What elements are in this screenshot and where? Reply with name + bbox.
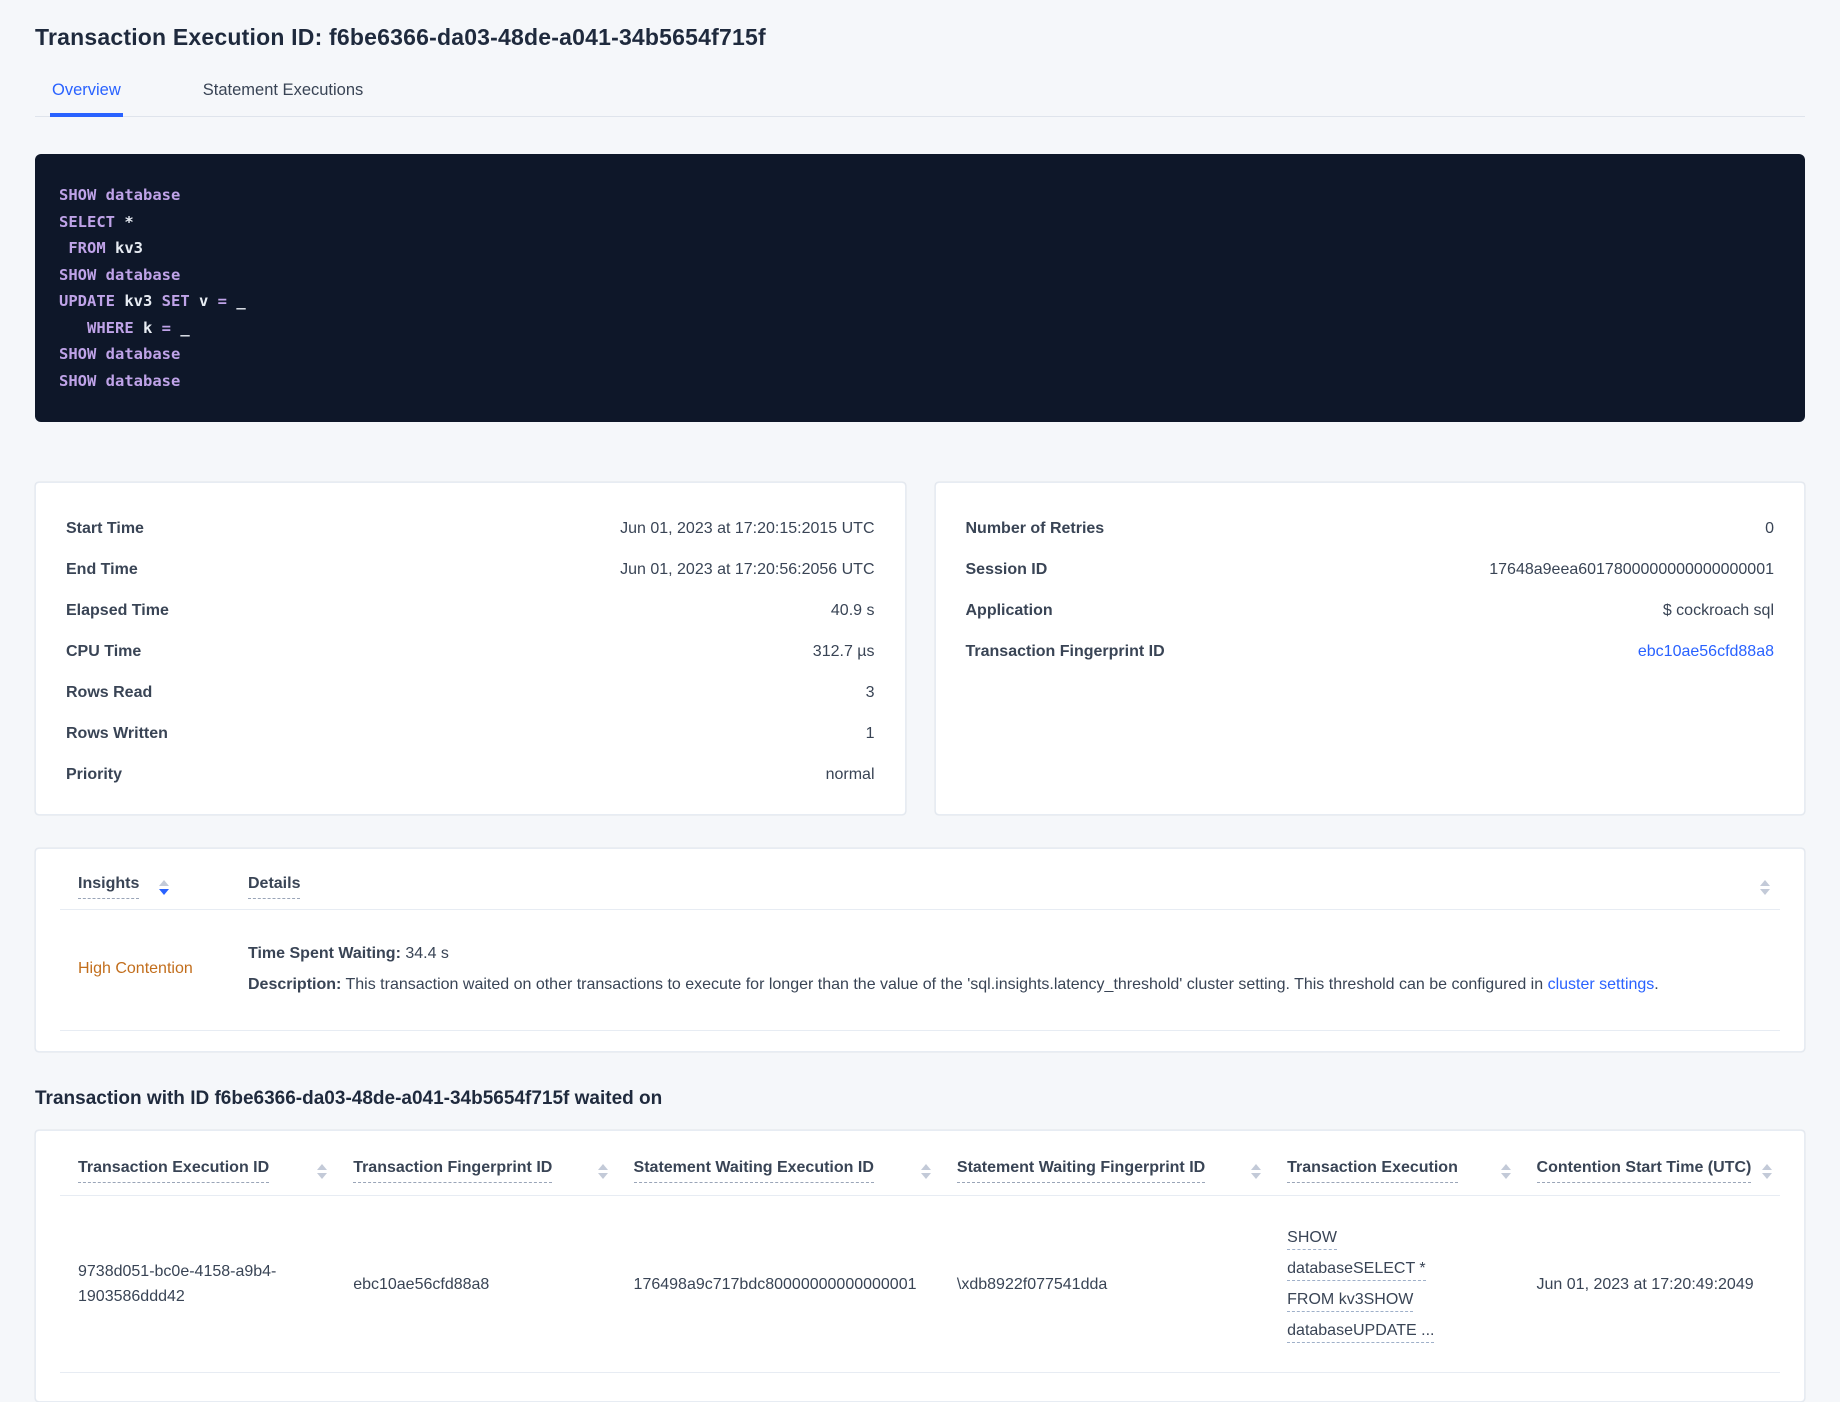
details-column-header[interactable]: Details: [248, 875, 1750, 899]
sql-line: SHOW database: [59, 186, 181, 204]
sql-line: SHOW database: [59, 345, 181, 363]
summary-row: CPU Time 312.7 µs: [66, 631, 875, 672]
sql-line: FROM kv3: [68, 239, 143, 257]
summary-row: Priority normal: [66, 754, 875, 795]
sort-icon[interactable]: [1762, 1163, 1772, 1179]
sort-icon[interactable]: [1251, 1163, 1262, 1179]
sort-icon[interactable]: [317, 1163, 328, 1179]
transaction-fingerprint-link[interactable]: ebc10ae56cfd88a8: [1638, 643, 1774, 661]
summary-row: Elapsed Time 40.9 s: [66, 590, 875, 631]
table-cell: ebc10ae56cfd88a8: [335, 1195, 616, 1373]
table-cell: SHOW databaseSELECT * FROM kv3SHOW datab…: [1269, 1195, 1519, 1373]
summary-value: 40.9 s: [830, 601, 875, 619]
column-header-label: Transaction Execution: [1287, 1159, 1458, 1183]
summary-value: 1: [865, 724, 875, 742]
sql-line: UPDATE kv3 SET v = _: [59, 292, 246, 310]
sql-statements: SHOW database SELECT * FROM kv3 SHOW datab…: [59, 182, 1781, 394]
sql-line: SHOW database: [59, 265, 181, 284]
column-header-label: Transaction Fingerprint ID: [353, 1159, 553, 1183]
transaction-details-page: Transaction Execution ID: f6be6366-da03-…: [0, 0, 1840, 1402]
execution-summary-card: Start Time Jun 01, 2023 at 17:20:15:2015 …: [35, 482, 906, 815]
insights-column-header[interactable]: Insights: [78, 875, 140, 899]
column-header-3[interactable]: Statement Waiting Execution ID: [615, 1137, 939, 1196]
column-header-label: Contention Start Time (UTC): [1536, 1159, 1752, 1183]
summary-value: 3: [865, 683, 875, 701]
summary-value: 17648a9eea6017800000000000000001: [1489, 560, 1774, 578]
summary-label: Priority: [66, 765, 123, 783]
summary-label: Rows Read: [66, 683, 153, 701]
summary-label: Start Time: [66, 519, 144, 537]
waited-on-table-card: Transaction Execution ID Transaction Fing…: [35, 1130, 1805, 1402]
summary-value: 312.7 µs: [812, 642, 875, 660]
summary-row: Rows Written 1: [66, 713, 875, 754]
insights-card: Insights Details High Contention Time Sp…: [35, 848, 1805, 1052]
summary-label: Session ID: [965, 560, 1048, 578]
sql-statements-box: SHOW database SELECT * FROM kv3 SHOW datab…: [35, 154, 1805, 422]
cluster-settings-link[interactable]: cluster settings: [1548, 976, 1655, 993]
transaction-execution-link[interactable]: SHOW databaseSELECT * FROM kv3SHOW datab…: [1287, 1229, 1435, 1343]
summary-row: Start Time Jun 01, 2023 at 17:20:15:2015 …: [66, 508, 875, 549]
sort-icon[interactable]: [159, 879, 170, 895]
summary-value: 0: [1765, 519, 1774, 537]
summary-label: Number of Retries: [965, 519, 1105, 537]
column-header-label: Transaction Execution ID: [78, 1159, 270, 1183]
summary-value: normal: [825, 765, 875, 783]
summary-row: End Time Jun 01, 2023 at 17:20:56:2056 UT…: [66, 549, 875, 590]
summary-row: Number of Retries 0: [966, 508, 1775, 549]
summary-label: Rows Written: [66, 724, 168, 742]
column-header-1[interactable]: Transaction Execution ID: [60, 1137, 336, 1196]
sort-icon[interactable]: [597, 1163, 608, 1179]
table-cell: 9738d051-bc0e-4158-a9b4-1903586ddd42: [60, 1195, 336, 1373]
column-header-4[interactable]: Statement Waiting Fingerprint ID: [938, 1137, 1270, 1196]
tab-overview[interactable]: Overview: [50, 71, 123, 117]
column-header-6[interactable]: Contention Start Time (UTC): [1518, 1137, 1780, 1196]
summary-value: $ cockroach sql: [1662, 601, 1774, 619]
sort-icon[interactable]: [1750, 879, 1780, 895]
column-header-label: Statement Waiting Fingerprint ID: [956, 1159, 1206, 1183]
sql-line: SELECT *: [59, 212, 134, 231]
summary-cards-row: Start Time Jun 01, 2023 at 17:20:15:2015 …: [35, 482, 1805, 815]
summary-label: CPU Time: [66, 642, 142, 660]
time-spent-waiting: Time Spent Waiting: 34.4 s: [248, 945, 449, 962]
summary-row: Rows Read 3: [66, 672, 875, 713]
table-row: 9738d051-bc0e-4158-a9b4-1903586ddd42 ebc1…: [60, 1195, 1780, 1373]
waited-on-heading: Transaction with ID f6be6366-da03-48de-a…: [35, 1088, 663, 1109]
summary-label: Application: [965, 601, 1053, 619]
summary-row: Application $ cockroach sql: [966, 590, 1775, 631]
insight-badge: High Contention: [78, 960, 193, 977]
insights-table-header: Insights Details: [60, 859, 1780, 910]
summary-label: Elapsed Time: [66, 601, 169, 619]
summary-row: Transaction Fingerprint ID ebc10ae56cfd88…: [966, 631, 1775, 672]
summary-label: Transaction Fingerprint ID: [965, 642, 1165, 660]
summary-value: Jun 01, 2023 at 17:20:15:2015 UTC: [620, 519, 875, 537]
table-cell: 176498a9c717bdc80000000000000001: [615, 1195, 939, 1373]
session-summary-card: Number of Retries 0 Session ID 17648a9eea60…: [934, 482, 1805, 815]
column-header-label: Statement Waiting Execution ID: [633, 1159, 874, 1183]
tab-statement-executions[interactable]: Statement Executions: [201, 71, 366, 117]
sql-line: SHOW database: [59, 371, 181, 390]
tab-bar: Overview Statement Executions: [35, 71, 1805, 117]
summary-row: Session ID 17648a9eea60178000000000000000…: [966, 549, 1775, 590]
waited-on-table: Transaction Execution ID Transaction Fing…: [60, 1137, 1780, 1373]
column-header-5[interactable]: Transaction Execution: [1269, 1137, 1519, 1196]
insight-description: Description: This transaction waited on …: [248, 976, 1659, 993]
sort-icon[interactable]: [1500, 1163, 1511, 1179]
table-cell: \xdb8922f077541dda: [938, 1195, 1270, 1373]
table-cell: Jun 01, 2023 at 17:20:49:2049: [1518, 1195, 1780, 1373]
page-title: Transaction Execution ID: f6be6366-da03-…: [35, 24, 766, 50]
sort-icon[interactable]: [920, 1163, 931, 1179]
summary-label: End Time: [66, 560, 138, 578]
column-header-2[interactable]: Transaction Fingerprint ID: [335, 1137, 616, 1196]
summary-value: Jun 01, 2023 at 17:20:56:2056 UTC: [620, 560, 875, 578]
insight-row: High Contention Time Spent Waiting: 34.4…: [60, 910, 1780, 1031]
sql-line: WHERE k = _: [87, 318, 190, 337]
insight-details: Time Spent Waiting: 34.4 s Description: …: [248, 938, 1780, 1000]
